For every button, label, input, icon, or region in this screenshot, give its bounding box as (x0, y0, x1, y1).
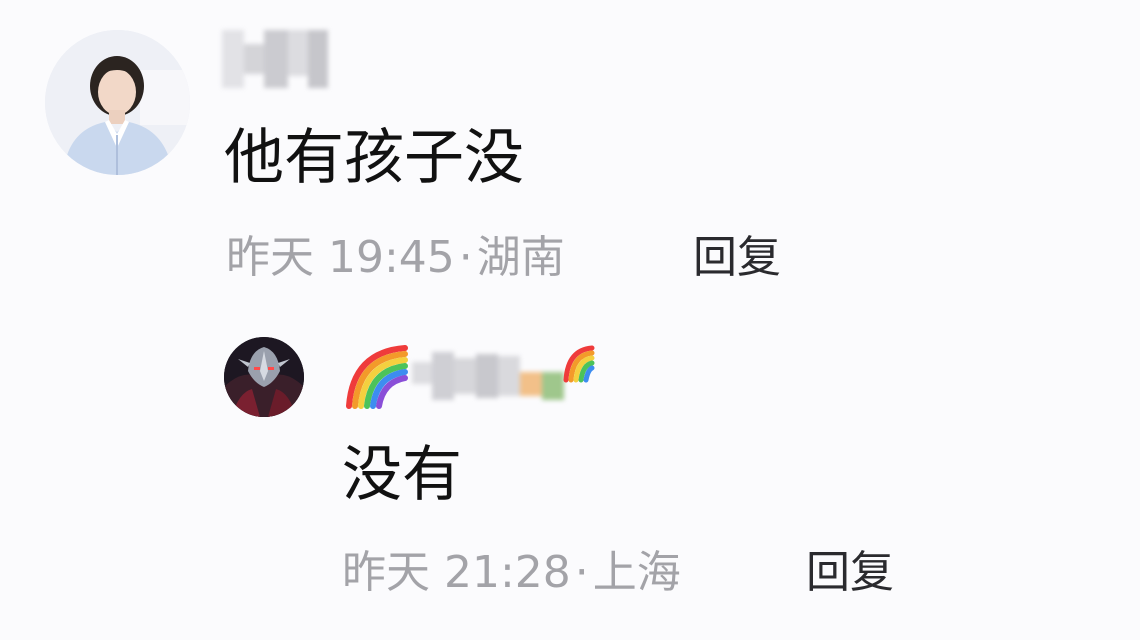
commenter-avatar[interactable] (45, 30, 190, 175)
rainbow-icon (343, 344, 411, 414)
armored-hero-icon (224, 337, 304, 417)
reply-text: 没有 (342, 440, 462, 510)
reply-meta: 昨天 21:28 · 上海 (342, 551, 681, 595)
comment-thread: 他有孩子没 昨天 19:45 · 湖南 回复 没有 昨天 21:28 · 上海 … (0, 0, 1140, 640)
replier-avatar[interactable] (224, 337, 304, 417)
rainbow-icon-end (562, 344, 596, 388)
reply-to-reply-button[interactable]: 回复 (806, 551, 894, 595)
reply-location: 上海 (592, 547, 681, 598)
woman-portrait-icon (45, 30, 190, 175)
comment-time: 昨天 19:45 (226, 232, 455, 283)
reply-time: 昨天 21:28 (342, 547, 571, 598)
comment-location: 湖南 (476, 232, 565, 283)
meta-separator: · (458, 232, 473, 283)
comment-text: 他有孩子没 (224, 123, 524, 193)
comment-meta: 昨天 19:45 · 湖南 (226, 236, 565, 280)
commenter-name-blurred[interactable] (222, 30, 328, 88)
meta-separator: · (574, 547, 589, 598)
replier-name-blurred[interactable] (412, 342, 564, 410)
reply-button[interactable]: 回复 (693, 236, 781, 280)
